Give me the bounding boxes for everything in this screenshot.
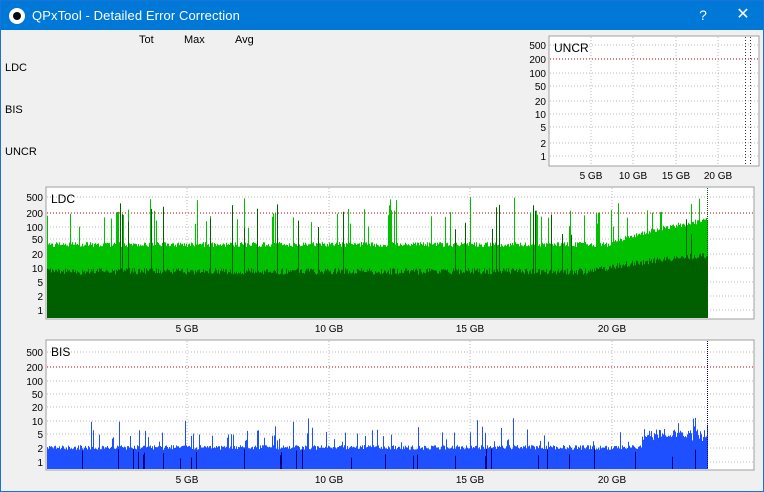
y-tick-label: 20 [32,403,44,414]
y-tick-label: 50 [32,390,44,401]
y-tick-label: 500 [26,348,43,359]
x-tick-label: 20 GB [598,475,627,486]
chart-title: BIS [51,345,70,359]
x-tick-label: 10 GB [315,475,344,486]
y-tick-label: 2 [37,444,43,455]
y-tick-label: 1 [37,458,43,469]
qpxtool-window: QPxTool - Detailed Error Correction ? ✕ … [0,0,764,492]
x-tick-label: 15 GB [456,475,485,486]
bis-chart-svg: 5002001005020105215 GB 10 GB 15 GB 20 GBBIS [26,339,755,486]
x-tick-label: 5 GB [176,475,199,486]
y-tick-label: 10 [32,417,44,428]
y-tick-label: 100 [26,377,43,388]
y-tick-label: 200 [26,363,43,374]
y-tick-label: 5 [37,430,43,441]
